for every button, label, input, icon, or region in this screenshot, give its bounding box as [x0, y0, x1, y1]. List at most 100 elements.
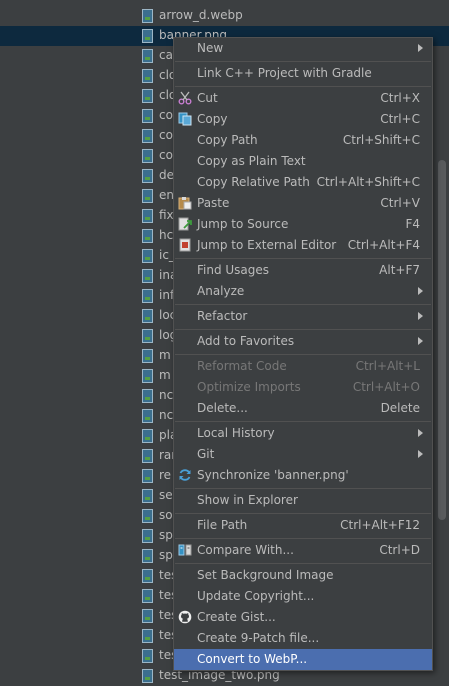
image-file-icon: [142, 529, 153, 543]
file-name: hc: [159, 228, 174, 242]
menu-item-copy-plain-text[interactable]: Copy as Plain Text: [174, 151, 432, 172]
file-name: re: [159, 468, 172, 482]
menu-item-label: Delete...: [197, 401, 248, 415]
menu-item-optimize-imports: Optimize Imports Ctrl+Alt+O: [174, 377, 432, 398]
menu-item-cut[interactable]: Cut Ctrl+X: [174, 88, 432, 109]
menu-separator: [175, 488, 431, 489]
menu-item-label: Optimize Imports: [197, 380, 301, 394]
menu-separator: [175, 86, 431, 87]
menu-item-label: File Path: [197, 518, 248, 532]
image-file-icon: [142, 149, 153, 163]
menu-item-copy-path[interactable]: Copy Path Ctrl+Shift+C: [174, 130, 432, 151]
image-file-icon: [142, 9, 153, 23]
sync-icon: [179, 469, 191, 481]
image-file-icon: [142, 549, 153, 563]
file-name: fix: [159, 208, 174, 222]
menu-item-shortcut: Ctrl+Alt+L: [355, 359, 420, 373]
menu-item-create-9-patch[interactable]: Create 9-Patch file...: [174, 628, 432, 649]
menu-item-delete[interactable]: Delete... Delete: [174, 398, 432, 419]
paste-icon: [178, 197, 192, 210]
menu-item-paste[interactable]: Paste Ctrl+V: [174, 193, 432, 214]
menu-item-label: Paste: [197, 196, 230, 210]
image-file-icon: [142, 369, 153, 383]
menu-item-shortcut: F4: [405, 217, 420, 231]
menu-item-label: Copy Path: [197, 133, 258, 147]
image-file-icon: [142, 389, 153, 403]
menu-item-label: Add to Favorites: [197, 334, 295, 348]
menu-item-add-to-favorites[interactable]: Add to Favorites: [174, 331, 432, 352]
submenu-arrow-icon: [418, 450, 423, 458]
menu-item-copy-relative-path[interactable]: Copy Relative Path Ctrl+Alt+Shift+C: [174, 172, 432, 193]
menu-item-label: Create Gist...: [197, 610, 276, 624]
submenu-arrow-icon: [418, 312, 423, 320]
menu-item-label: Copy: [197, 112, 228, 126]
menu-item-set-background-image[interactable]: Set Background Image: [174, 565, 432, 586]
menu-separator: [175, 513, 431, 514]
menu-item-jump-to-external-editor[interactable]: Jump to External Editor Ctrl+Alt+F4: [174, 235, 432, 256]
menu-item-refactor[interactable]: Refactor: [174, 306, 432, 327]
file-name: nc: [159, 388, 174, 402]
menu-item-analyze[interactable]: Analyze: [174, 281, 432, 302]
image-file-icon: [142, 269, 153, 283]
file-name: nc: [159, 408, 174, 422]
image-file-icon: [142, 109, 153, 123]
menu-item-local-history[interactable]: Local History: [174, 423, 432, 444]
menu-item-shortcut: Ctrl+V: [380, 196, 420, 210]
menu-item-compare-with[interactable]: Compare With... Ctrl+D: [174, 540, 432, 561]
menu-separator: [175, 563, 431, 564]
menu-item-new[interactable]: New: [174, 38, 432, 59]
menu-item-convert-to-webp[interactable]: Convert to WebP...: [174, 649, 432, 670]
image-file-icon: [142, 489, 153, 503]
submenu-arrow-icon: [418, 44, 423, 52]
image-file-icon: [142, 229, 153, 243]
file-name: so: [159, 508, 173, 522]
menu-item-show-in-explorer[interactable]: Show in Explorer: [174, 490, 432, 511]
menu-separator: [175, 61, 431, 62]
file-name: sp: [159, 548, 173, 562]
file-name: ca: [159, 48, 173, 62]
menu-item-label: Find Usages: [197, 263, 270, 277]
menu-item-git[interactable]: Git: [174, 444, 432, 465]
menu-item-copy[interactable]: Copy Ctrl+C: [174, 109, 432, 130]
menu-item-create-gist[interactable]: Create Gist...: [174, 607, 432, 628]
menu-item-update-copyright[interactable]: Update Copyright...: [174, 586, 432, 607]
menu-item-link-cpp-project[interactable]: Link C++ Project with Gradle: [174, 63, 432, 84]
vertical-scrollbar[interactable]: [438, 160, 446, 520]
file-name: en: [159, 188, 174, 202]
menu-separator: [175, 354, 431, 355]
image-file-icon: [142, 89, 153, 103]
menu-item-label: Synchronize 'banner.png': [197, 468, 349, 482]
image-file-icon: [142, 189, 153, 203]
image-file-icon: [142, 289, 153, 303]
menu-item-shortcut: Ctrl+Alt+F4: [347, 238, 420, 252]
menu-item-label: Cut: [197, 91, 218, 105]
menu-item-shortcut: Ctrl+Shift+C: [342, 133, 420, 147]
menu-item-file-path[interactable]: File Path Ctrl+Alt+F12: [174, 515, 432, 536]
menu-item-shortcut: Alt+F7: [379, 263, 420, 277]
image-file-icon: [142, 629, 153, 643]
menu-item-shortcut: Ctrl+X: [380, 91, 420, 105]
file-name: inf: [159, 288, 175, 302]
menu-item-reformat-code: Reformat Code Ctrl+Alt+L: [174, 356, 432, 377]
menu-item-synchronize[interactable]: Synchronize 'banner.png': [174, 465, 432, 486]
menu-separator: [175, 258, 431, 259]
menu-item-shortcut: Ctrl+Alt+F12: [340, 518, 420, 532]
menu-item-jump-to-source[interactable]: Jump to Source F4: [174, 214, 432, 235]
tree-row[interactable]: arrow_d.webp: [0, 6, 449, 26]
image-file-icon: [142, 329, 153, 343]
image-file-icon: [142, 169, 153, 183]
submenu-arrow-icon: [418, 337, 423, 345]
menu-item-label: Local History: [197, 426, 275, 440]
menu-item-label: Show in Explorer: [197, 493, 298, 507]
menu-item-shortcut: Delete: [380, 401, 420, 415]
menu-item-label: Copy Relative Path: [197, 175, 310, 189]
menu-separator: [175, 304, 431, 305]
menu-item-label: Set Background Image: [197, 568, 334, 582]
menu-item-find-usages[interactable]: Find Usages Alt+F7: [174, 260, 432, 281]
file-name: m: [159, 348, 171, 362]
copy-icon: [178, 112, 192, 126]
menu-item-label: Reformat Code: [197, 359, 287, 373]
submenu-arrow-icon: [418, 287, 423, 295]
image-file-icon: [142, 69, 153, 83]
menu-separator: [175, 538, 431, 539]
